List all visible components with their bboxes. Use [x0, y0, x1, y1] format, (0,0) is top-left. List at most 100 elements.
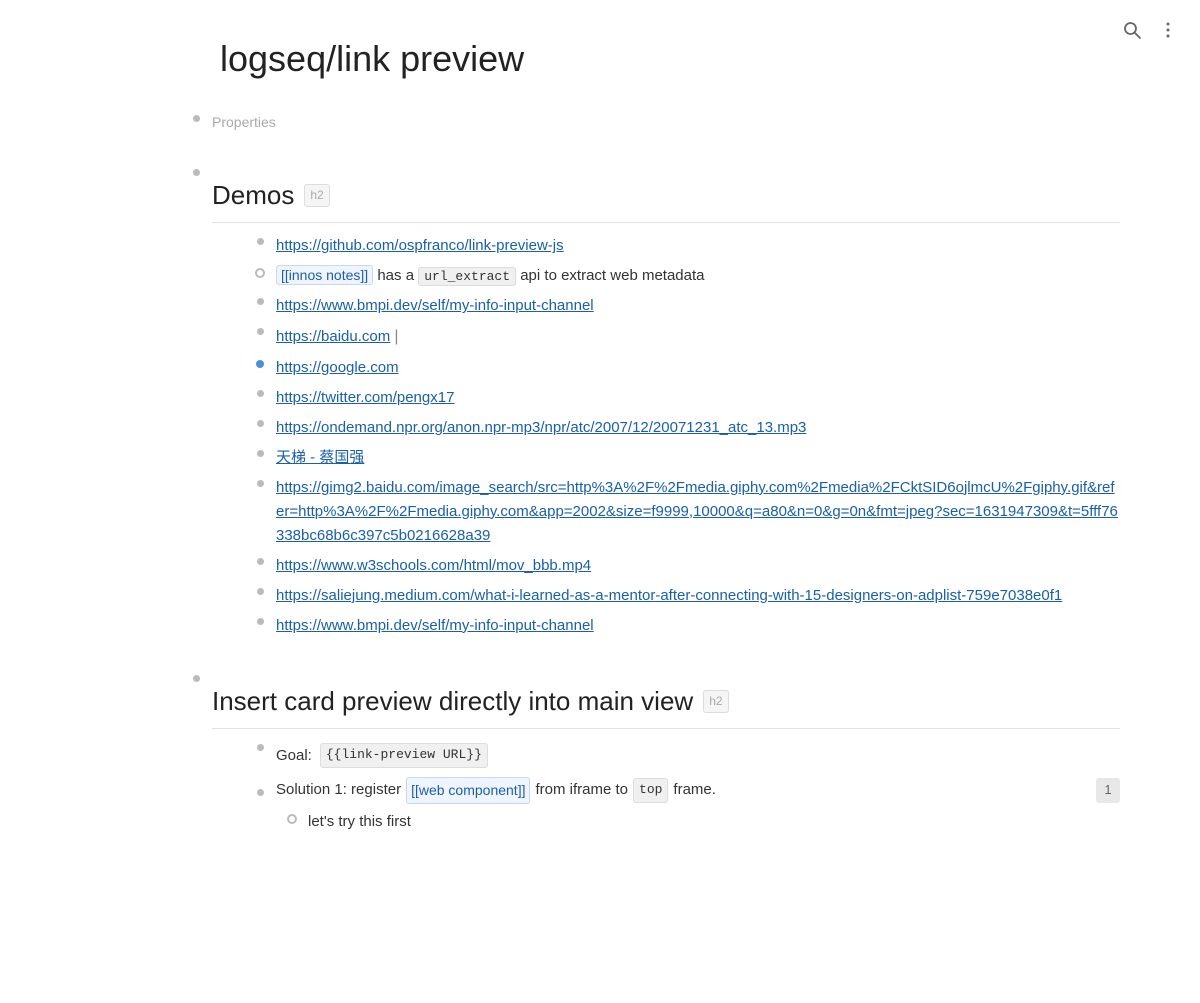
demos-section: Demos h2 https://github.com/ospfranco/li… [180, 162, 1120, 644]
link-w3schools[interactable]: https://www.w3schools.com/html/mov_bbb.m… [276, 557, 591, 574]
item-content-8: 天梯 - 蔡国强 [276, 446, 1120, 470]
item-bullet-10 [244, 554, 276, 565]
list-item: https://github.com/ospfranco/link-previe… [244, 231, 1120, 261]
link-giphy[interactable]: https://gimg2.baidu.com/image_search/src… [276, 479, 1118, 544]
sub-item-text: let's try this first [308, 813, 411, 830]
solution-bullet [244, 785, 276, 796]
link-github[interactable]: https://github.com/ospfranco/link-previe… [276, 237, 564, 254]
item-bullet-8 [244, 446, 276, 457]
sub-bullet-dot [276, 810, 308, 824]
dot-blue-icon [256, 360, 264, 368]
solution-label: Solution 1: register [276, 778, 401, 802]
item-content-10: https://www.w3schools.com/html/mov_bbb.m… [276, 554, 1120, 578]
goal-label: Goal: [276, 744, 312, 768]
item-content-11: https://saliejung.medium.com/what-i-lear… [276, 584, 1120, 608]
solution-sub-items: let's try this first [244, 807, 1120, 837]
page-ref-innos[interactable]: [[innos notes]] [276, 265, 373, 285]
dot-icon [257, 298, 264, 305]
link-medium[interactable]: https://saliejung.medium.com/what-i-lear… [276, 587, 1062, 604]
solution-badge-number: 1 [1096, 778, 1120, 803]
list-item: https://twitter.com/pengx17 [244, 383, 1120, 413]
item-content-4: https://baidu.com | [276, 324, 1120, 350]
properties-content: Properties [212, 111, 1120, 135]
item-content-1: https://github.com/ospfranco/link-previe… [276, 234, 1120, 258]
solution-text-after: frame. [673, 778, 716, 802]
item-content-6: https://twitter.com/pengx17 [276, 386, 1120, 410]
properties-bullet [180, 111, 212, 122]
link-google[interactable]: https://google.com [276, 359, 399, 376]
dot-outline-icon [255, 268, 265, 278]
list-item: https://gimg2.baidu.com/image_search/src… [244, 473, 1120, 551]
text-has-a: has a [377, 267, 418, 284]
dot-icon [257, 558, 264, 565]
item-content-12: https://www.bmpi.dev/self/my-info-input-… [276, 614, 1120, 638]
dot-outline-icon [287, 814, 297, 824]
insert-bullet [180, 671, 212, 682]
dot-icon [257, 420, 264, 427]
dot-icon [257, 390, 264, 397]
list-item: https://saliejung.medium.com/what-i-lear… [244, 581, 1120, 611]
item-bullet-7 [244, 416, 276, 427]
item-content-3: https://www.bmpi.dev/self/my-info-input-… [276, 294, 1120, 318]
properties-section: Properties [180, 108, 1120, 138]
demos-bullet [180, 165, 212, 176]
list-item: let's try this first [276, 807, 1120, 837]
toolbar [1120, 18, 1180, 42]
goal-content: Goal: {{link-preview URL}} [276, 740, 1120, 771]
goal-row: Goal: {{link-preview URL}} [244, 737, 1120, 774]
link-npr[interactable]: https://ondemand.npr.org/anon.npr-mp3/np… [276, 419, 806, 436]
item-content-7: https://ondemand.npr.org/anon.npr-mp3/np… [276, 416, 1120, 440]
dot-icon [257, 744, 264, 751]
dot-icon [257, 618, 264, 625]
solution-text-before: from iframe to [535, 778, 628, 802]
insert-heading-text: Insert card preview directly into main v… [212, 681, 693, 723]
dot-icon [257, 450, 264, 457]
list-item: https://baidu.com | [244, 321, 1120, 353]
demos-bullet-dot [193, 169, 200, 176]
list-item: [[innos notes]] has a url_extract api to… [244, 261, 1120, 291]
goal-code: {{link-preview URL}} [320, 743, 488, 768]
sub-item-content: let's try this first [308, 810, 1120, 834]
demos-list: https://github.com/ospfranco/link-previe… [212, 231, 1120, 641]
link-tianti[interactable]: 天梯 - 蔡国强 [276, 449, 364, 466]
link-bmpi-2[interactable]: https://www.bmpi.dev/self/my-info-input-… [276, 617, 594, 634]
search-icon[interactable] [1120, 18, 1144, 42]
item-bullet-4 [244, 324, 276, 335]
insert-bullet-dot [193, 675, 200, 682]
list-item: 天梯 - 蔡国强 [244, 443, 1120, 473]
demos-heading-row: Demos h2 https://github.com/ospfranco/li… [180, 162, 1120, 644]
insert-heading-content: Insert card preview directly into main v… [212, 671, 1120, 837]
item-bullet-9 [244, 476, 276, 487]
item-bullet-2 [244, 264, 276, 278]
list-item: https://www.w3schools.com/html/mov_bbb.m… [244, 551, 1120, 581]
list-item: https://ondemand.npr.org/anon.npr-mp3/np… [244, 413, 1120, 443]
item-bullet-11 [244, 584, 276, 595]
item-bullet-1 [244, 234, 276, 245]
dot-icon [257, 328, 264, 335]
link-twitter[interactable]: https://twitter.com/pengx17 [276, 389, 454, 406]
list-item: https://www.bmpi.dev/self/my-info-input-… [244, 611, 1120, 641]
item-bullet-3 [244, 294, 276, 305]
demos-heading-text: Demos [212, 175, 294, 217]
dot-icon [257, 789, 264, 796]
item-content-5: https://google.com [276, 356, 1120, 380]
page-container: logseq/link preview Properties [0, 0, 1200, 1003]
solution-page-ref[interactable]: [[web component]] [406, 777, 530, 803]
solution-row: Solution 1: register [[web component]] f… [244, 774, 1120, 806]
link-bmpi[interactable]: https://www.bmpi.dev/self/my-info-input-… [276, 297, 594, 314]
dot-icon [257, 588, 264, 595]
cursor-icon: | [394, 328, 398, 345]
item-bullet-6 [244, 386, 276, 397]
list-item: https://www.bmpi.dev/self/my-info-input-… [244, 291, 1120, 321]
insert-heading-row: Insert card preview directly into main v… [180, 668, 1120, 840]
insert-badge: h2 [703, 690, 728, 713]
properties-row: Properties [180, 108, 1120, 138]
text-api: api to extract web metadata [520, 267, 704, 284]
insert-section: Insert card preview directly into main v… [180, 668, 1120, 840]
more-options-icon[interactable] [1156, 18, 1180, 42]
demos-heading-content: Demos h2 https://github.com/ospfranco/li… [212, 165, 1120, 641]
item-bullet-12 [244, 614, 276, 625]
content-area: Properties Demos h2 [0, 108, 1200, 904]
properties-label: Properties [212, 114, 276, 130]
link-baidu[interactable]: https://baidu.com [276, 328, 390, 345]
